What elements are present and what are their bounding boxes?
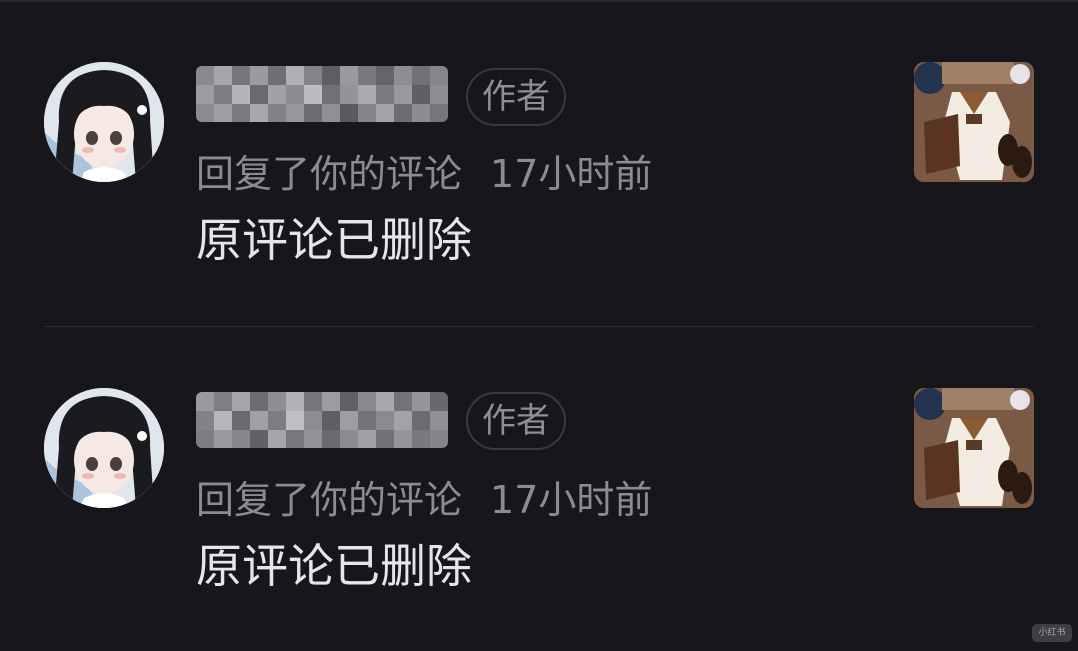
notification-list: 作者 回复了你的评论 17小时前 原评论已删除 作者 回复了你的评论 17小时前… [0, 0, 1078, 651]
author-badge: 作者 [466, 68, 566, 126]
xiaohongshu-watermark: 小红书 [1032, 624, 1072, 642]
avatar[interactable] [44, 388, 164, 508]
notification-meta: 回复了你的评论 17小时前 [196, 478, 652, 522]
pixelation-mosaic [196, 66, 448, 122]
comment-text: 原评论已删除 [196, 539, 472, 593]
action-text: 回复了你的评论 [196, 478, 463, 522]
notification-item[interactable]: 作者 回复了你的评论 17小时前 原评论已删除 [0, 0, 1078, 266]
notification-meta: 回复了你的评论 17小时前 [196, 152, 652, 196]
action-text: 回复了你的评论 [196, 152, 463, 196]
author-badge: 作者 [466, 392, 566, 450]
pixelation-mosaic [196, 392, 448, 448]
post-thumbnail[interactable] [914, 388, 1034, 508]
timestamp: 17小时前 [490, 478, 653, 522]
notification-item[interactable]: 作者 回复了你的评论 17小时前 原评论已删除 [0, 326, 1078, 592]
avatar[interactable] [44, 62, 164, 182]
timestamp: 17小时前 [490, 152, 653, 196]
comment-text: 原评论已删除 [196, 213, 472, 267]
username-redacted[interactable] [196, 66, 448, 122]
username-redacted[interactable] [196, 392, 448, 448]
post-thumbnail[interactable] [914, 62, 1034, 182]
